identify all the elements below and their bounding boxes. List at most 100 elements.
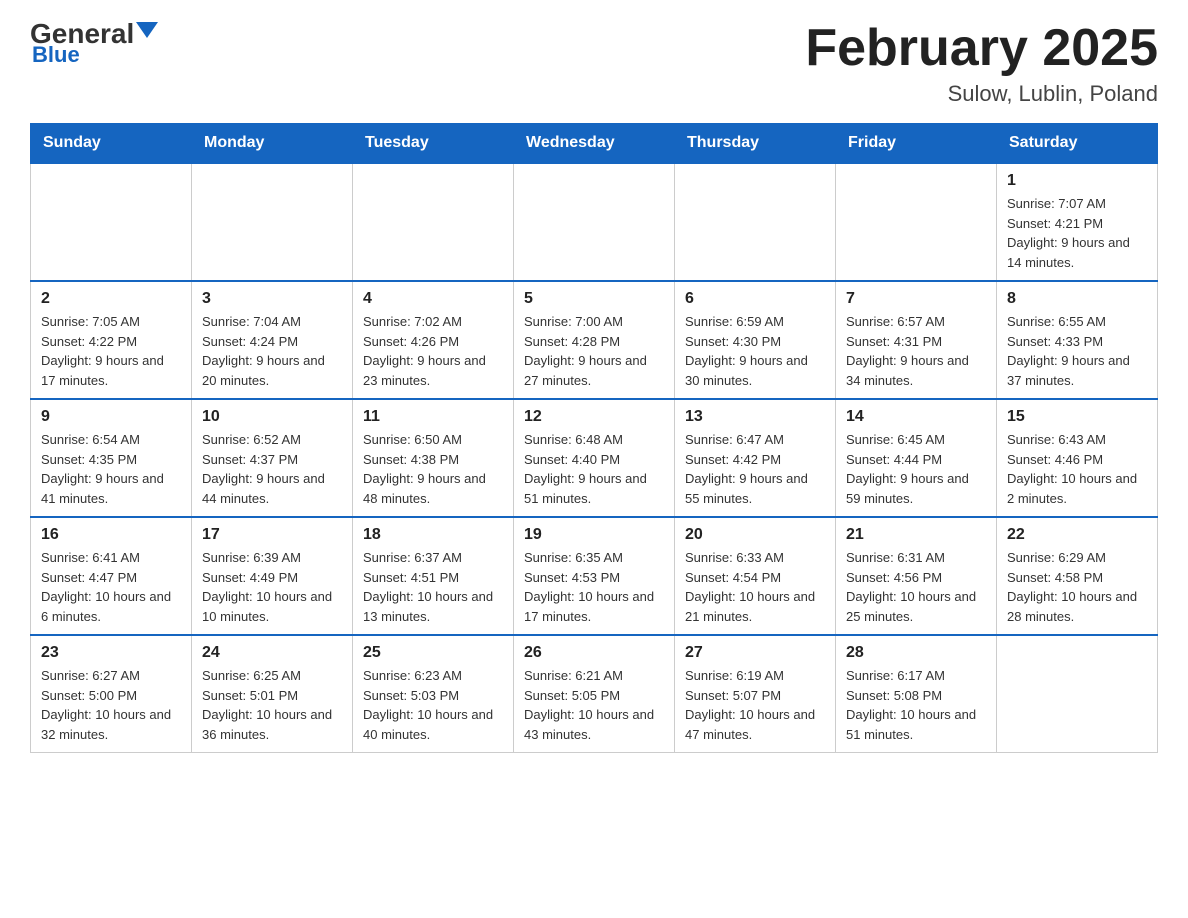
- day-info: Sunrise: 7:02 AMSunset: 4:26 PMDaylight:…: [363, 312, 503, 390]
- table-row: [192, 163, 353, 281]
- day-info: Sunrise: 6:39 AMSunset: 4:49 PMDaylight:…: [202, 548, 342, 626]
- day-info: Sunrise: 6:54 AMSunset: 4:35 PMDaylight:…: [41, 430, 181, 508]
- table-row: 14 Sunrise: 6:45 AMSunset: 4:44 PMDayligh…: [836, 399, 997, 517]
- day-number: 4: [363, 290, 503, 308]
- month-title: February 2025: [805, 20, 1158, 77]
- day-number: 13: [685, 408, 825, 426]
- day-number: 26: [524, 644, 664, 662]
- table-row: 13 Sunrise: 6:47 AMSunset: 4:42 PMDayligh…: [675, 399, 836, 517]
- table-row: 27Sunrise: 6:19 AMSunset: 5:07 PMDayligh…: [675, 635, 836, 753]
- day-number: 27: [685, 644, 825, 662]
- table-row: [675, 163, 836, 281]
- day-info: Sunrise: 6:23 AMSunset: 5:03 PMDaylight:…: [363, 666, 503, 744]
- day-number: 22: [1007, 526, 1147, 544]
- table-row: 19 Sunrise: 6:35 AMSunset: 4:53 PMDayligh…: [514, 517, 675, 635]
- day-info: Sunrise: 7:07 AMSunset: 4:21 PMDaylight:…: [1007, 194, 1147, 272]
- day-number: 14: [846, 408, 986, 426]
- table-row: 18Sunrise: 6:37 AMSunset: 4:51 PMDayligh…: [353, 517, 514, 635]
- day-number: 24: [202, 644, 342, 662]
- page-header: General Blue February 2025 Sulow, Lublin…: [30, 20, 1158, 107]
- table-row: [31, 163, 192, 281]
- table-row: 7 Sunrise: 6:57 AMSunset: 4:31 PMDaylight…: [836, 281, 997, 399]
- day-info: Sunrise: 6:17 AMSunset: 5:08 PMDaylight:…: [846, 666, 986, 744]
- day-info: Sunrise: 7:04 AMSunset: 4:24 PMDaylight:…: [202, 312, 342, 390]
- day-info: Sunrise: 6:25 AMSunset: 5:01 PMDaylight:…: [202, 666, 342, 744]
- day-info: Sunrise: 6:43 AMSunset: 4:46 PMDaylight:…: [1007, 430, 1147, 508]
- day-number: 15: [1007, 408, 1147, 426]
- day-number: 16: [41, 526, 181, 544]
- table-row: 16 Sunrise: 6:41 AMSunset: 4:47 PMDayligh…: [31, 517, 192, 635]
- col-tuesday: Tuesday: [353, 124, 514, 164]
- table-row: 9 Sunrise: 6:54 AMSunset: 4:35 PMDaylight…: [31, 399, 192, 517]
- day-info: Sunrise: 6:35 AMSunset: 4:53 PMDaylight:…: [524, 548, 664, 626]
- table-row: 3 Sunrise: 7:04 AMSunset: 4:24 PMDaylight…: [192, 281, 353, 399]
- col-sunday: Sunday: [31, 124, 192, 164]
- table-row: 15 Sunrise: 6:43 AMSunset: 4:46 PMDayligh…: [997, 399, 1158, 517]
- table-row: 11 Sunrise: 6:50 AMSunset: 4:38 PMDayligh…: [353, 399, 514, 517]
- day-info: Sunrise: 6:33 AMSunset: 4:54 PMDaylight:…: [685, 548, 825, 626]
- table-row: 22 Sunrise: 6:29 AMSunset: 4:58 PMDayligh…: [997, 517, 1158, 635]
- table-row: 12Sunrise: 6:48 AMSunset: 4:40 PMDayligh…: [514, 399, 675, 517]
- day-info: Sunrise: 6:45 AMSunset: 4:44 PMDaylight:…: [846, 430, 986, 508]
- calendar-table: Sunday Monday Tuesday Wednesday Thursday…: [30, 123, 1158, 753]
- day-number: 28: [846, 644, 986, 662]
- table-row: 21 Sunrise: 6:31 AMSunset: 4:56 PMDayligh…: [836, 517, 997, 635]
- calendar-week-row: 1 Sunrise: 7:07 AMSunset: 4:21 PMDaylight…: [31, 163, 1158, 281]
- day-number: 20: [685, 526, 825, 544]
- table-row: 20 Sunrise: 6:33 AMSunset: 4:54 PMDayligh…: [675, 517, 836, 635]
- day-number: 2: [41, 290, 181, 308]
- day-number: 9: [41, 408, 181, 426]
- day-info: Sunrise: 6:48 AMSunset: 4:40 PMDaylight:…: [524, 430, 664, 508]
- day-number: 3: [202, 290, 342, 308]
- table-row: 28 Sunrise: 6:17 AMSunset: 5:08 PMDayligh…: [836, 635, 997, 753]
- logo-blue: Blue: [32, 42, 80, 68]
- col-friday: Friday: [836, 124, 997, 164]
- table-row: [353, 163, 514, 281]
- day-info: Sunrise: 6:55 AMSunset: 4:33 PMDaylight:…: [1007, 312, 1147, 390]
- table-row: 10 Sunrise: 6:52 AMSunset: 4:37 PMDayligh…: [192, 399, 353, 517]
- day-number: 21: [846, 526, 986, 544]
- day-info: Sunrise: 6:59 AMSunset: 4:30 PMDaylight:…: [685, 312, 825, 390]
- day-info: Sunrise: 6:52 AMSunset: 4:37 PMDaylight:…: [202, 430, 342, 508]
- title-section: February 2025 Sulow, Lublin, Poland: [805, 20, 1158, 107]
- day-number: 7: [846, 290, 986, 308]
- table-row: 17Sunrise: 6:39 AMSunset: 4:49 PMDayligh…: [192, 517, 353, 635]
- day-number: 19: [524, 526, 664, 544]
- day-info: Sunrise: 6:21 AMSunset: 5:05 PMDaylight:…: [524, 666, 664, 744]
- day-number: 1: [1007, 172, 1147, 190]
- table-row: 25 Sunrise: 6:23 AMSunset: 5:03 PMDayligh…: [353, 635, 514, 753]
- table-row: 4 Sunrise: 7:02 AMSunset: 4:26 PMDaylight…: [353, 281, 514, 399]
- day-info: Sunrise: 6:29 AMSunset: 4:58 PMDaylight:…: [1007, 548, 1147, 626]
- day-info: Sunrise: 6:57 AMSunset: 4:31 PMDaylight:…: [846, 312, 986, 390]
- table-row: 2Sunrise: 7:05 AMSunset: 4:22 PMDaylight…: [31, 281, 192, 399]
- location-title: Sulow, Lublin, Poland: [805, 81, 1158, 107]
- table-row: 6 Sunrise: 6:59 AMSunset: 4:30 PMDaylight…: [675, 281, 836, 399]
- day-number: 18: [363, 526, 503, 544]
- calendar-header-row: Sunday Monday Tuesday Wednesday Thursday…: [31, 124, 1158, 164]
- day-number: 10: [202, 408, 342, 426]
- table-row: 5Sunrise: 7:00 AMSunset: 4:28 PMDaylight…: [514, 281, 675, 399]
- calendar-week-row: 9 Sunrise: 6:54 AMSunset: 4:35 PMDaylight…: [31, 399, 1158, 517]
- calendar-week-row: 2Sunrise: 7:05 AMSunset: 4:22 PMDaylight…: [31, 281, 1158, 399]
- day-number: 25: [363, 644, 503, 662]
- day-info: Sunrise: 6:47 AMSunset: 4:42 PMDaylight:…: [685, 430, 825, 508]
- day-number: 11: [363, 408, 503, 426]
- day-number: 23: [41, 644, 181, 662]
- day-info: Sunrise: 6:50 AMSunset: 4:38 PMDaylight:…: [363, 430, 503, 508]
- calendar-week-row: 23 Sunrise: 6:27 AMSunset: 5:00 PMDayligh…: [31, 635, 1158, 753]
- table-row: 8 Sunrise: 6:55 AMSunset: 4:33 PMDaylight…: [997, 281, 1158, 399]
- calendar-week-row: 16 Sunrise: 6:41 AMSunset: 4:47 PMDayligh…: [31, 517, 1158, 635]
- table-row: 24 Sunrise: 6:25 AMSunset: 5:01 PMDayligh…: [192, 635, 353, 753]
- col-saturday: Saturday: [997, 124, 1158, 164]
- logo-triangle-icon: [136, 22, 158, 38]
- table-row: [514, 163, 675, 281]
- day-info: Sunrise: 6:41 AMSunset: 4:47 PMDaylight:…: [41, 548, 181, 626]
- day-number: 6: [685, 290, 825, 308]
- day-info: Sunrise: 6:27 AMSunset: 5:00 PMDaylight:…: [41, 666, 181, 744]
- day-info: Sunrise: 7:00 AMSunset: 4:28 PMDaylight:…: [524, 312, 664, 390]
- col-thursday: Thursday: [675, 124, 836, 164]
- col-wednesday: Wednesday: [514, 124, 675, 164]
- day-number: 8: [1007, 290, 1147, 308]
- logo: General Blue: [30, 20, 158, 68]
- day-info: Sunrise: 6:31 AMSunset: 4:56 PMDaylight:…: [846, 548, 986, 626]
